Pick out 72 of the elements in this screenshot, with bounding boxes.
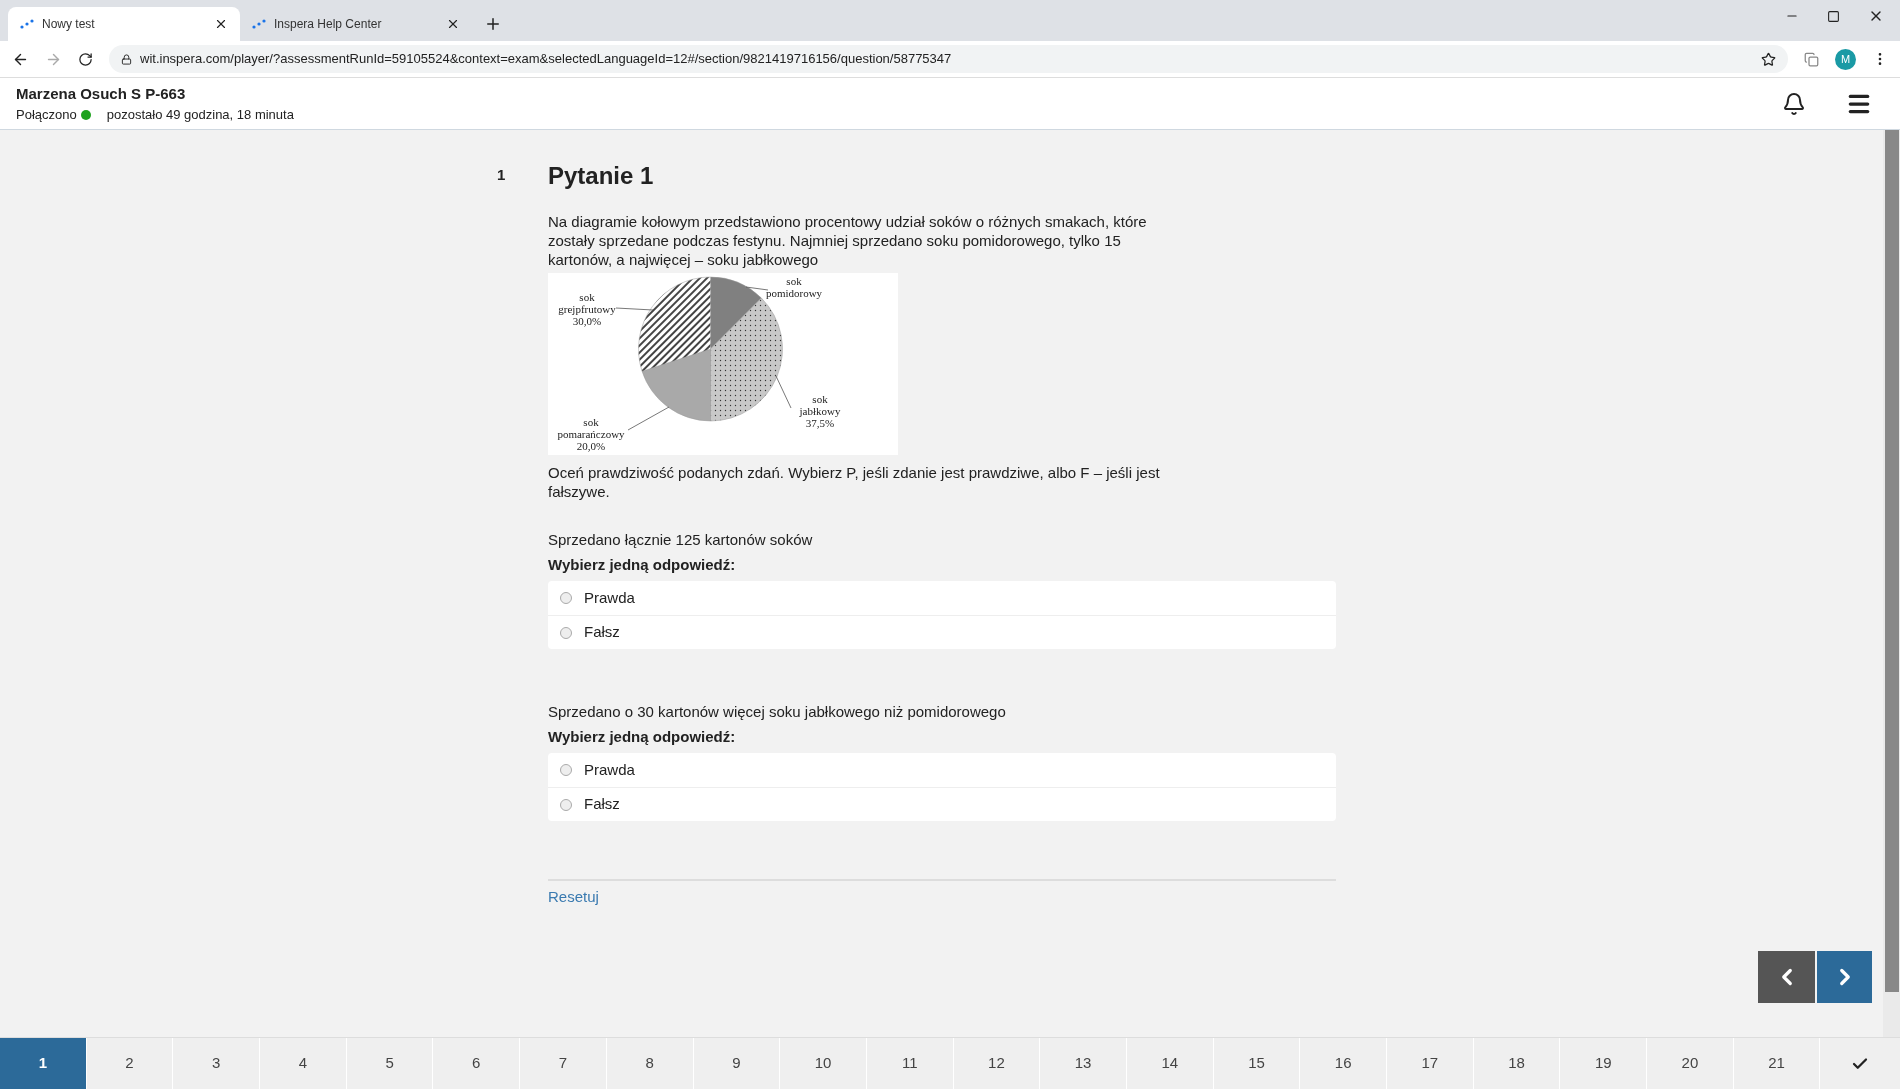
question-page-tab[interactable]: 4 [260, 1038, 347, 1089]
candidate-name: Marzena Osuch S P-663 [16, 83, 187, 104]
option-label: Fałsz [584, 794, 620, 815]
option-label: Fałsz [584, 622, 620, 643]
question-page-tab[interactable]: 3 [173, 1038, 261, 1089]
next-button[interactable] [1817, 951, 1872, 1003]
app-logo-icon [252, 19, 266, 29]
browser-tab[interactable]: Nowy test [8, 7, 240, 41]
browser-tab[interactable]: Inspera Help Center [240, 7, 472, 41]
tab-title: Nowy test [42, 16, 96, 33]
option-label: Prawda [584, 759, 635, 780]
answer-option[interactable]: Fałsz [548, 615, 1336, 649]
star-icon[interactable] [1761, 51, 1776, 67]
question-page-tab[interactable]: 17 [1387, 1038, 1474, 1089]
answer-option[interactable]: Prawda [548, 753, 1336, 787]
option-label: Prawda [584, 587, 635, 608]
close-icon[interactable] [446, 17, 460, 31]
statement-text: Sprzedano o 30 kartonów więcej soku jabłkowego niż pomidorowego [548, 702, 1007, 722]
answer-prompt: Wybierz jedną odpowiedź: [548, 554, 737, 575]
slice-label: sok grejpfrutowy 30,0% [558, 291, 616, 327]
question-page-tab[interactable]: 15 [1213, 1038, 1301, 1089]
question-page-tab[interactable]: 7 [520, 1038, 607, 1089]
answer-prompt: Wybierz jedną odpowiedź: [548, 726, 737, 747]
slice-label: sok jabłkowy 37,5% [799, 393, 841, 429]
question-page-tab[interactable]: 19 [1560, 1038, 1648, 1089]
leader-line [775, 375, 792, 409]
question-page-tab[interactable]: 20 [1647, 1038, 1734, 1089]
question-page-tab[interactable]: 14 [1126, 1038, 1214, 1089]
app-logo-icon [20, 19, 34, 29]
new-tab-icon[interactable] [484, 15, 502, 33]
address-bar[interactable]: wit.inspera.com/player/?assessmentRunId=59105524&context=exam&selectedLanguageId=12#/section/9821419716156/question/58775347 [109, 45, 1788, 73]
notification-icon[interactable] [1782, 91, 1806, 116]
slice-label: sok pomidorowy [765, 275, 823, 299]
question-page-tab[interactable]: 2 [86, 1038, 174, 1089]
question-page-tab[interactable]: 10 [780, 1038, 867, 1089]
radio-button[interactable] [560, 592, 572, 604]
lock-icon [121, 53, 132, 65]
question-page-tab[interactable]: 13 [1040, 1038, 1127, 1089]
slice-label: sok pomarańczowy 20,0% [557, 416, 625, 452]
tab-title: Inspera Help Center [274, 16, 383, 33]
answer-option[interactable]: Fałsz [548, 787, 1336, 821]
time-remaining: pozostało 49 godzina, 18 minuta [106, 106, 294, 124]
connection-status: Połączono [16, 106, 77, 124]
question-page-tab[interactable]: 21 [1733, 1038, 1821, 1089]
radio-button[interactable] [560, 626, 572, 639]
radio-button[interactable] [560, 798, 572, 811]
previous-button[interactable] [1758, 951, 1815, 1003]
reload-icon[interactable] [78, 51, 93, 67]
answer-option[interactable]: Prawda [548, 581, 1336, 615]
question-text: Na diagramie kołowym przedstawiono procentowy udział soków o różnych smakach, które zostały sprzedane podczas festynu. Najmniej sprzedano soku pomidorowego, tylko 15 kartonów, a najwięcej – soku jabłkowego [548, 212, 1148, 269]
leader-line [615, 307, 654, 311]
instruction-text: Oceń prawdziwość podanych zdań. Wybierz P, jeśli zdanie jest prawdziwe, albo F – jeśli jest fałszywe. [548, 463, 1160, 501]
question-title: Pytanie 1 [548, 161, 655, 191]
question-page-tab[interactable]: 9 [693, 1038, 781, 1089]
question-page-tab[interactable]: 18 [1473, 1038, 1561, 1089]
question-page-tab[interactable]: 12 [953, 1038, 1041, 1089]
question-page-tab[interactable]: 5 [346, 1038, 434, 1089]
radio-button[interactable] [560, 764, 572, 776]
url-text: wit.inspera.com/player/?assessmentRunId=59105524&context=exam&selectedLanguageId=12#/section/9821419716156/question/58775347 [140, 50, 953, 69]
question-page-tab[interactable]: 16 [1300, 1038, 1387, 1089]
reset-link[interactable]: Resetuj [548, 888, 599, 905]
question-page-tab[interactable]: 11 [866, 1038, 954, 1089]
question-page-tab[interactable]: 6 [433, 1038, 521, 1089]
question-number: 1 [497, 165, 507, 185]
maximize-icon[interactable] [1827, 9, 1840, 23]
question-page-tab[interactable]: 1 [0, 1038, 87, 1089]
extension-icon[interactable] [1804, 51, 1819, 67]
close-icon[interactable] [214, 17, 228, 31]
statement-text: Sprzedano łącznie 125 kartonów soków [548, 530, 814, 550]
leader-line [745, 286, 769, 291]
leader-line [627, 406, 670, 431]
question-page-tab[interactable]: 8 [606, 1038, 694, 1089]
